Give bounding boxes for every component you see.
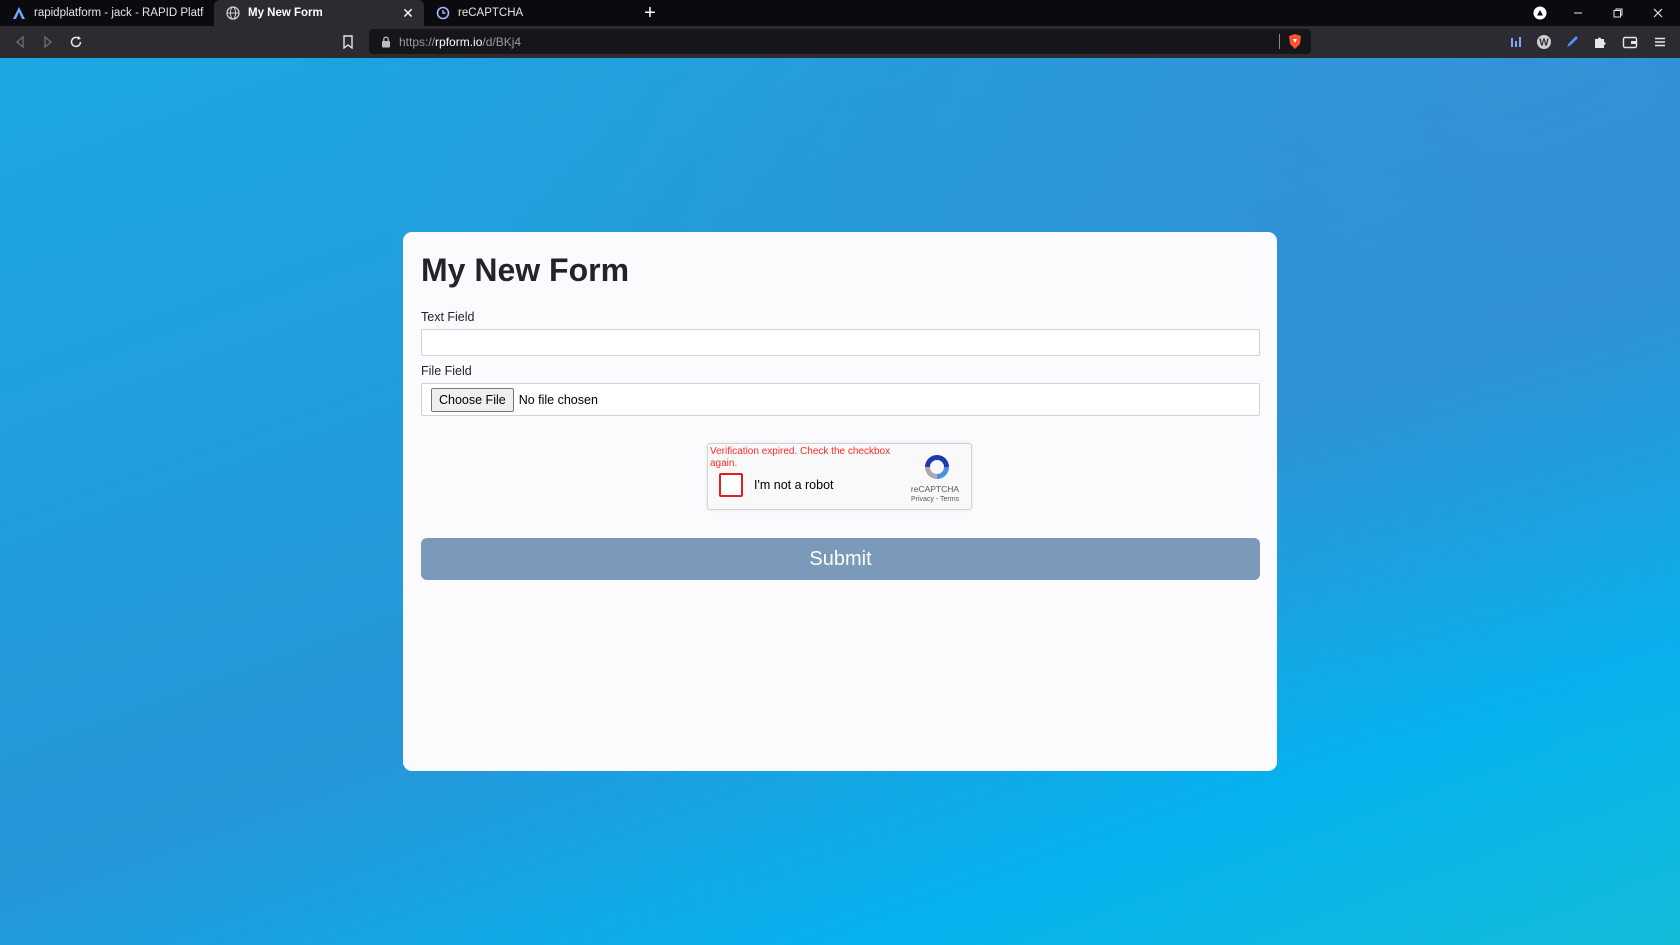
close-window-icon[interactable] bbox=[1640, 0, 1676, 26]
submit-button[interactable]: Submit bbox=[421, 538, 1260, 580]
back-icon[interactable] bbox=[10, 32, 30, 52]
page-background: My New Form Text Field File Field Choose… bbox=[0, 58, 1680, 945]
profile-icon[interactable] bbox=[1522, 0, 1558, 26]
text-field-input[interactable] bbox=[421, 329, 1260, 356]
restore-icon[interactable] bbox=[1600, 0, 1636, 26]
wordpress-extension-icon[interactable]: W bbox=[1534, 32, 1554, 52]
url-divider bbox=[1279, 34, 1280, 49]
reload-icon[interactable] bbox=[66, 32, 86, 52]
recaptcha-icon bbox=[436, 6, 450, 20]
url-scheme: https:// bbox=[399, 34, 436, 49]
url-path: /d/BKj4 bbox=[482, 34, 522, 49]
extension-stats-icon[interactable] bbox=[1506, 32, 1526, 52]
tab-recaptcha[interactable]: reCAPTCHA bbox=[424, 0, 630, 26]
captcha-privacy-terms-links[interactable]: Privacy - Terms bbox=[900, 496, 970, 503]
brave-shield-icon[interactable] bbox=[1287, 33, 1303, 50]
text-field-label: Text Field bbox=[421, 310, 475, 324]
form-title: My New Form bbox=[421, 252, 630, 288]
recaptcha-widget: Verification expired. Check the checkbox… bbox=[707, 443, 972, 510]
close-tab-icon[interactable]: ✕ bbox=[400, 5, 416, 21]
tab-rapidplatform[interactable]: rapidplatform - jack - RAPID Platform bbox=[0, 0, 214, 26]
forward-icon[interactable] bbox=[38, 32, 58, 52]
lock-icon bbox=[381, 35, 391, 48]
tab-title: My New Form bbox=[248, 7, 323, 19]
address-bar[interactable]: https://rpform.io/d/BKj4 bbox=[369, 29, 1311, 54]
captcha-brand: reCAPTCHA bbox=[910, 484, 960, 494]
tab-strip: rapidplatform - jack - RAPID Platform My… bbox=[0, 0, 1680, 26]
url-host: rpform.io bbox=[435, 34, 483, 49]
choose-file-button[interactable]: Choose File bbox=[431, 387, 514, 412]
new-tab-icon[interactable]: + bbox=[640, 2, 660, 24]
minimize-icon[interactable] bbox=[1560, 0, 1596, 26]
pen-extension-icon[interactable] bbox=[1562, 32, 1582, 52]
recaptcha-logo-icon bbox=[922, 452, 952, 482]
bookmark-icon[interactable] bbox=[338, 32, 358, 52]
captcha-label: I'm not a robot bbox=[754, 478, 834, 492]
wallet-icon[interactable] bbox=[1620, 32, 1640, 52]
rapid-logo-icon bbox=[12, 6, 26, 20]
globe-icon bbox=[226, 6, 240, 20]
svg-text:W: W bbox=[1539, 38, 1549, 49]
captcha-checkbox[interactable] bbox=[719, 473, 743, 497]
menu-icon[interactable] bbox=[1650, 32, 1670, 52]
captcha-error-message: Verification expired. Check the checkbox… bbox=[710, 446, 891, 469]
browser-toolbar: https://rpform.io/d/BKj4 W bbox=[0, 26, 1680, 58]
file-field-input[interactable]: Choose File No file chosen bbox=[421, 383, 1260, 416]
form-card: My New Form Text Field File Field Choose… bbox=[403, 232, 1277, 771]
file-field-label: File Field bbox=[421, 364, 472, 378]
tab-my-new-form[interactable]: My New Form ✕ bbox=[214, 0, 424, 26]
tab-title: rapidplatform - jack - RAPID Platform bbox=[34, 7, 204, 19]
tab-title: reCAPTCHA bbox=[458, 7, 524, 19]
extensions-puzzle-icon[interactable] bbox=[1590, 32, 1610, 52]
file-status-text: No file chosen bbox=[518, 392, 598, 407]
